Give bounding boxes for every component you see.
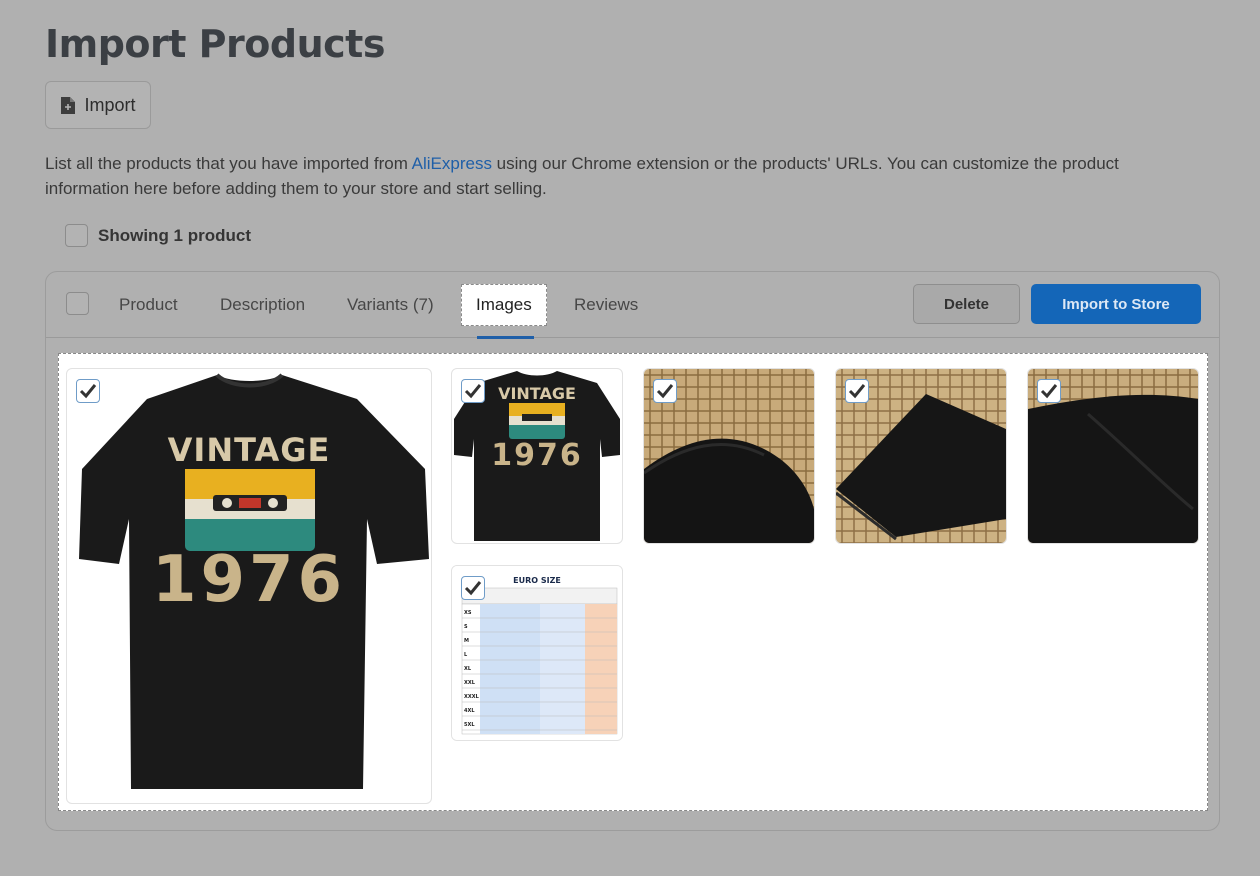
product-select-checkbox[interactable] <box>66 292 89 315</box>
image-card-main[interactable]: VINTAGE 1976 <box>66 368 432 804</box>
tab-product[interactable]: Product <box>119 284 178 326</box>
file-import-icon <box>61 96 76 114</box>
import-button-label: Import <box>84 94 136 115</box>
intro-text: List all the products that you have impo… <box>45 151 1195 201</box>
active-tab-indicator <box>477 336 534 339</box>
tab-description[interactable]: Description <box>220 284 305 326</box>
checkmark-icon <box>464 581 482 596</box>
size-chart-size-label: 5XL <box>464 722 475 728</box>
shirt-text-vintage: VINTAGE <box>168 431 331 469</box>
size-chart-size-label: XS <box>464 610 472 616</box>
image-checkbox-fabric[interactable] <box>1037 379 1061 403</box>
size-chart-size-label: M <box>464 638 469 644</box>
thumb-text-year: 1976 <box>491 438 583 473</box>
image-checkbox-main[interactable] <box>76 379 100 403</box>
images-panel: VINTAGE 1976 VINTAGE 1976 EURO SIZE XS S… <box>58 353 1208 811</box>
size-chart-size-label: S <box>464 624 468 630</box>
image-card-hem[interactable] <box>835 368 1007 544</box>
size-chart-size-label: XXXL <box>464 694 480 700</box>
size-chart-title: EURO SIZE <box>513 576 561 585</box>
aliexpress-link[interactable]: AliExpress <box>412 154 492 173</box>
select-all-checkbox[interactable] <box>65 224 88 247</box>
showing-row: Showing 1 product <box>65 224 251 247</box>
image-checkbox-collar[interactable] <box>653 379 677 403</box>
page-title: Import Products <box>45 22 385 66</box>
tab-reviews[interactable]: Reviews <box>574 284 638 326</box>
checkmark-icon <box>656 384 674 399</box>
thumb-text-vintage: VINTAGE <box>498 384 576 403</box>
image-checkbox-thumbnail[interactable] <box>461 379 485 403</box>
image-card-collar[interactable] <box>643 368 815 544</box>
image-checkbox-hem[interactable] <box>845 379 869 403</box>
tshirt-image: VINTAGE 1976 <box>79 373 429 789</box>
checkmark-icon <box>79 384 97 399</box>
import-to-store-button[interactable]: Import to Store <box>1031 284 1201 324</box>
size-chart-size-label: 4XL <box>464 708 475 714</box>
image-card-size-chart[interactable]: EURO SIZE XS S M L XL XXL XXXL 4XL 5XL <box>451 565 623 741</box>
product-card: Product Description Variants (7) Images … <box>45 271 1220 831</box>
checkmark-icon <box>1040 384 1058 399</box>
shirt-text-year: 1976 <box>152 543 346 617</box>
image-card-fabric[interactable] <box>1027 368 1199 544</box>
image-checkbox-size-chart[interactable] <box>461 576 485 600</box>
intro-text-before: List all the products that you have impo… <box>45 154 412 173</box>
tab-images[interactable]: Images <box>461 284 547 326</box>
size-chart-size-label: XXL <box>464 680 476 686</box>
showing-count-label: Showing 1 product <box>98 225 251 245</box>
checkmark-icon <box>464 384 482 399</box>
import-button[interactable]: Import <box>45 81 151 129</box>
tab-variants[interactable]: Variants (7) <box>347 284 434 326</box>
size-chart-size-label: XL <box>464 666 472 672</box>
delete-button[interactable]: Delete <box>913 284 1020 324</box>
product-card-header: Product Description Variants (7) Images … <box>46 272 1219 338</box>
image-card-thumbnail[interactable]: VINTAGE 1976 <box>451 368 623 544</box>
checkmark-icon <box>848 384 866 399</box>
